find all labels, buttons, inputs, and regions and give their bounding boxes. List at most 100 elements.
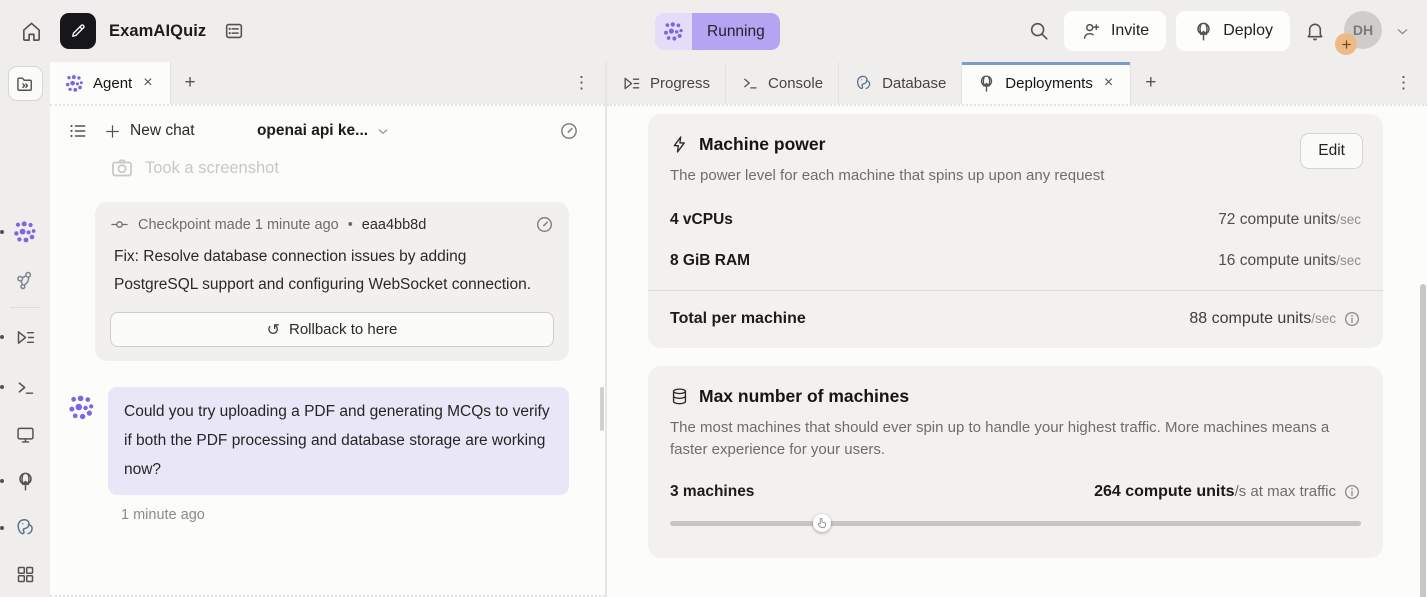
max-machines-title-row: Max number of machines bbox=[670, 386, 1361, 407]
usage-gauge-icon[interactable] bbox=[535, 215, 554, 234]
left-tabstrip: Agent × + ⋮ bbox=[50, 62, 605, 104]
deploy-icon bbox=[977, 74, 996, 93]
machines-row: 3 machines 264 compute units/s at max tr… bbox=[670, 483, 1361, 501]
tab-deployments[interactable]: Deployments × bbox=[962, 62, 1131, 104]
agent-message-bubble: Could you try uploading a PDF and genera… bbox=[108, 387, 569, 495]
total-label: Total per machine bbox=[670, 310, 806, 328]
rail-item-progress[interactable] bbox=[8, 322, 42, 352]
rail-item-deployments[interactable] bbox=[8, 466, 42, 496]
machine-power-title: Machine power bbox=[699, 134, 825, 155]
usage-gauge-icon[interactable] bbox=[559, 121, 579, 141]
right-pane-menu-icon[interactable]: ⋮ bbox=[1381, 62, 1427, 104]
info-icon[interactable] bbox=[1343, 483, 1361, 501]
notifications-button[interactable] bbox=[1300, 16, 1330, 46]
chat-scrollbar[interactable] bbox=[600, 387, 604, 431]
spec-row-cpu: 4 vCPUs 72 compute units/sec bbox=[670, 211, 1361, 229]
machines-count: 3 machines bbox=[670, 483, 754, 501]
rail-item-database[interactable] bbox=[8, 513, 42, 543]
spec-row-ram: 8 GiB RAM 16 compute units/sec bbox=[670, 252, 1361, 270]
postgresql-icon bbox=[14, 517, 36, 539]
database-cylinder-icon bbox=[670, 387, 689, 406]
deployments-scrollbar[interactable] bbox=[1420, 284, 1426, 597]
agent-icon bbox=[68, 394, 95, 421]
rollback-button[interactable]: ↺ Rollback to here bbox=[110, 312, 554, 347]
rollback-icon: ↺ bbox=[267, 320, 280, 340]
checkpoint-text: Checkpoint made 1 minute ago bbox=[138, 217, 339, 233]
ram-value-number: 16 compute units bbox=[1218, 252, 1336, 270]
workflow-graph-icon bbox=[15, 270, 36, 291]
avatar-presence-badge bbox=[1335, 33, 1357, 55]
tab-deployments-close-icon[interactable]: × bbox=[1102, 74, 1115, 92]
workspace: Agent × + ⋮ New chat openai api ke... bbox=[0, 62, 1427, 597]
deploy-label: Deploy bbox=[1223, 22, 1273, 40]
project-icon[interactable] bbox=[60, 13, 96, 49]
project-title: ExamAIQuiz bbox=[109, 22, 206, 41]
tab-database[interactable]: Database bbox=[839, 62, 962, 104]
rail-item-webview[interactable] bbox=[8, 419, 42, 449]
left-pane-menu-icon[interactable]: ⋮ bbox=[559, 62, 605, 104]
machines-slider-track[interactable] bbox=[670, 521, 1361, 526]
checkpoint-message: Fix: Resolve database connection issues … bbox=[114, 243, 552, 299]
rail-item-agent[interactable] bbox=[8, 217, 42, 247]
total-value-unit: /sec bbox=[1311, 311, 1336, 326]
deploy-button[interactable]: Deploy bbox=[1176, 11, 1290, 51]
screenshot-note: Took a screenshot bbox=[145, 159, 279, 178]
run-status-pill[interactable]: Running bbox=[655, 13, 780, 50]
deploy-icon bbox=[15, 471, 36, 492]
ram-value: 16 compute units/sec bbox=[1218, 252, 1361, 270]
right-new-tab-button[interactable]: + bbox=[1131, 62, 1170, 104]
rail-item-all-tools[interactable] bbox=[8, 559, 42, 589]
tab-agent-label: Agent bbox=[93, 75, 132, 92]
machines-slider[interactable] bbox=[670, 514, 1361, 532]
info-icon[interactable] bbox=[1343, 310, 1361, 328]
chat-list-icon[interactable] bbox=[68, 121, 88, 141]
tab-agent[interactable]: Agent × bbox=[50, 62, 171, 104]
agent-pane: Agent × + ⋮ New chat openai api ke... bbox=[50, 62, 607, 597]
rail-item-console[interactable] bbox=[8, 372, 42, 402]
postgresql-icon bbox=[854, 74, 873, 93]
search-icon bbox=[1028, 20, 1050, 42]
checkpoint-separator: • bbox=[348, 217, 353, 233]
account-menu[interactable]: DH bbox=[1344, 11, 1384, 51]
grid-icon bbox=[15, 564, 36, 585]
checkpoint-hash: eaa4bb8d bbox=[362, 217, 427, 233]
plus-icon bbox=[104, 123, 121, 140]
home-button[interactable] bbox=[16, 16, 47, 47]
new-chat-button[interactable]: New chat bbox=[104, 122, 195, 140]
deployments-open-dot bbox=[0, 479, 4, 483]
home-icon bbox=[20, 20, 43, 43]
agent-chat: New chat openai api ke... Took a screens… bbox=[50, 104, 605, 597]
agent-icon bbox=[65, 74, 84, 93]
invite-button[interactable]: Invite bbox=[1064, 11, 1166, 51]
account-chevron-icon[interactable] bbox=[1394, 23, 1411, 40]
camera-icon bbox=[110, 156, 134, 180]
cpu-value-unit: /sec bbox=[1336, 212, 1361, 227]
total-value: 88 compute units/sec bbox=[1189, 310, 1361, 328]
project-menu-button[interactable] bbox=[219, 16, 249, 46]
left-new-tab-button[interactable]: + bbox=[171, 62, 210, 104]
machines-slider-thumb[interactable] bbox=[813, 514, 831, 532]
rail-divider bbox=[10, 307, 40, 308]
rollback-label: Rollback to here bbox=[289, 321, 397, 338]
rail-item-workflows[interactable] bbox=[8, 265, 42, 295]
search-button[interactable] bbox=[1024, 16, 1054, 46]
sidebar-toggle-button[interactable] bbox=[8, 66, 43, 101]
file-list-icon bbox=[223, 20, 245, 42]
replit-workspace: ExamAIQuiz Running Invite Deploy bbox=[0, 0, 1427, 597]
chat-session-dropdown[interactable]: openai api ke... bbox=[257, 122, 390, 140]
tab-console[interactable]: Console bbox=[726, 62, 839, 104]
ram-label: 8 GiB RAM bbox=[670, 252, 750, 270]
edit-machine-power-button[interactable]: Edit bbox=[1300, 133, 1363, 169]
tool-rail bbox=[0, 62, 50, 597]
progress-icon bbox=[622, 74, 641, 93]
tab-agent-close-icon[interactable]: × bbox=[141, 74, 154, 92]
cpu-value: 72 compute units/sec bbox=[1218, 211, 1361, 229]
total-value-text: 88 compute units/sec bbox=[1189, 310, 1336, 328]
invite-person-icon bbox=[1081, 21, 1102, 42]
tab-progress[interactable]: Progress bbox=[607, 62, 726, 104]
console-icon bbox=[15, 377, 36, 398]
agent-active-dot bbox=[0, 230, 4, 234]
machine-power-subtitle: The power level for each machine that sp… bbox=[670, 165, 1361, 188]
tab-progress-label: Progress bbox=[650, 75, 710, 92]
status-badge: Running bbox=[692, 13, 780, 50]
